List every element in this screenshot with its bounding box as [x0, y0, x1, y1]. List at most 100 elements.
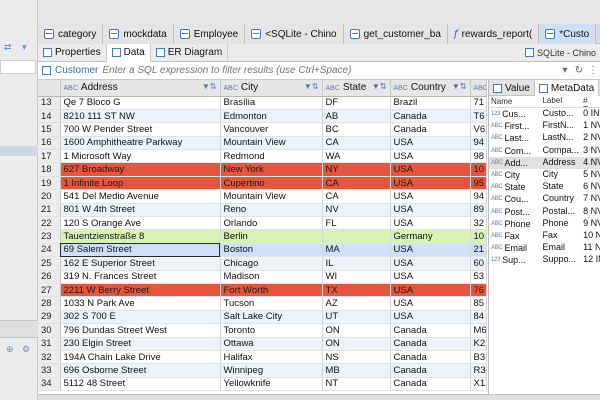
cell-country[interactable]: USA	[390, 136, 471, 151]
cell-country[interactable]: Canada	[390, 377, 471, 392]
navigator-filter-input[interactable]	[0, 60, 36, 74]
dropdown-icon[interactable]: ▾	[558, 65, 572, 76]
cell-city[interactable]: New York	[220, 162, 323, 177]
navigator-selected-item[interactable]	[0, 146, 38, 156]
column-header-city[interactable]: ABC City ▼⇅	[220, 80, 323, 97]
cell-state[interactable]: ON	[322, 337, 391, 351]
cell-state[interactable]: CA	[322, 176, 391, 191]
editor-tab[interactable]: get_customer_ba	[343, 24, 448, 44]
cell-state[interactable]: CA	[322, 136, 391, 151]
cell-state[interactable]: MA	[322, 243, 391, 258]
cell-postal[interactable]: 71	[470, 96, 487, 110]
cell-address[interactable]: 700 W Pender Street	[60, 122, 221, 137]
cell-city[interactable]: Chicago	[220, 256, 323, 271]
metadata-row[interactable]: 123Sup...Suppo...12 INT	[489, 254, 600, 266]
cell-address[interactable]: 194A Chain Lake Drive	[60, 350, 221, 365]
cell-city[interactable]: Redmond	[220, 149, 323, 164]
cell-address[interactable]: 1 Microsoft Way	[60, 149, 221, 164]
metadata-row[interactable]: ABCFaxFax10 NV	[489, 230, 600, 242]
sort-filter-icon[interactable]: ▼⇅	[304, 82, 319, 91]
cell-state[interactable]: MB	[322, 363, 391, 378]
cell-country[interactable]: USA	[390, 310, 471, 325]
cell-address[interactable]: 319 N. Frances Street	[60, 270, 221, 284]
cell-country[interactable]: USA	[390, 243, 471, 258]
cell-address[interactable]: 120 S Orange Ave	[60, 216, 221, 231]
cell-state[interactable]: FL	[322, 216, 391, 231]
table-row[interactable]: 34 5112 48 Street Yellowknife NT Canada X1	[38, 377, 487, 392]
table-row[interactable]: 32 194A Chain Lake Drive Halifax NS Canada B3	[38, 350, 487, 365]
cell-city[interactable]: Halifax	[220, 350, 323, 365]
cell-city[interactable]: Orlando	[220, 216, 323, 231]
cell-city[interactable]: Tucson	[220, 296, 323, 311]
cell-city[interactable]: Boston	[220, 243, 323, 258]
table-row[interactable]: 31 230 Elgin Street Ottawa ON Canada K2	[38, 337, 487, 351]
cell-address[interactable]: 302 S 700 E	[60, 310, 221, 325]
cell-city[interactable]: Mountain View	[220, 136, 323, 151]
sql-filter-input[interactable]	[102, 63, 558, 78]
column-header-postal[interactable]: ABCP	[470, 80, 487, 97]
cell-postal[interactable]: R3	[470, 363, 487, 378]
cell-postal[interactable]: 60	[470, 256, 487, 271]
cell-postal[interactable]: 53	[470, 270, 487, 284]
cell-address[interactable]: Qe 7 Bloco G	[60, 96, 221, 110]
table-row[interactable]: 33 696 Osborne Street Winnipeg MB Canada R3	[38, 363, 487, 378]
column-header-state[interactable]: ABC State ▼⇅	[322, 80, 391, 97]
table-row[interactable]: 30 796 Dundas Street West Toronto ON Canada M…	[38, 323, 487, 338]
column-header-country[interactable]: ABC Country ▼⇅	[390, 80, 471, 97]
cell-address[interactable]: 1600 Amphitheatre Parkway	[60, 136, 221, 151]
refresh-icon[interactable]: ↻	[572, 65, 586, 76]
cell-postal[interactable]: B3	[470, 350, 487, 365]
cell-postal[interactable]: 10	[470, 229, 487, 244]
cell-city[interactable]: Reno	[220, 203, 323, 218]
cell-postal[interactable]: V6	[470, 122, 487, 137]
cell-state[interactable]: CA	[322, 189, 391, 204]
cell-address[interactable]: 8210 111 ST NW	[60, 109, 221, 124]
table-row[interactable]: 27 2211 W Berry Street Fort Worth TX USA 76	[38, 283, 487, 298]
cell-state[interactable]: NT	[322, 377, 391, 392]
sort-filter-icon[interactable]: ▼⇅	[452, 82, 467, 91]
cell-address[interactable]: 627 Broadway	[60, 162, 221, 177]
cell-city[interactable]: Cupertino	[220, 176, 323, 191]
cell-address[interactable]: 541 Del Medio Avenue	[60, 189, 221, 204]
cell-country[interactable]: USA	[390, 216, 471, 231]
cell-country[interactable]: Canada	[390, 350, 471, 365]
metadata-row[interactable]: ABCEmailEmail11 NV	[489, 242, 600, 254]
cell-postal[interactable]: 98	[470, 149, 487, 164]
cell-city[interactable]: Yellowknife	[220, 377, 323, 392]
cell-country[interactable]: USA	[390, 189, 471, 204]
cell-address[interactable]: 796 Dundas Street West	[60, 323, 221, 338]
cell-state[interactable]	[322, 229, 391, 244]
tab-metadata[interactable]: MetaData	[534, 80, 600, 96]
settings-icon[interactable]: ⚙	[22, 344, 30, 355]
editor-tab[interactable]: *Custo	[539, 24, 597, 44]
metadata-row[interactable]: ABCFirst...FirstN...1 NV	[489, 120, 600, 132]
cell-state[interactable]: AB	[322, 109, 391, 124]
sort-filter-icon[interactable]: ▼⇅	[372, 82, 387, 91]
metadata-row[interactable]: ABCPhonePhone9 NV	[489, 218, 600, 230]
cell-address[interactable]: 69 Salem Street	[60, 243, 221, 258]
link-icon[interactable]: ⇄	[4, 42, 12, 53]
results-grid[interactable]: ABC Address ▼⇅ ABC City ▼⇅ ABC State ▼⇅ ABC Cou…	[38, 80, 488, 400]
cell-address[interactable]: 1 Infinite Loop	[60, 176, 221, 191]
cell-postal[interactable]: 76	[470, 283, 487, 298]
cell-country[interactable]: USA	[390, 256, 471, 271]
cell-country[interactable]: Brazil	[390, 96, 471, 110]
cell-city[interactable]: Mountain View	[220, 189, 323, 204]
table-row[interactable]: 19 1 Infinite Loop Cupertino CA USA 95	[38, 176, 487, 191]
cell-state[interactable]: IL	[322, 256, 391, 271]
tab-properties[interactable]: Properties	[38, 43, 107, 62]
cell-address[interactable]: 801 W 4th Street	[60, 203, 221, 218]
cell-address[interactable]: 230 Elgin Street	[60, 337, 221, 351]
cell-city[interactable]: Berlin	[220, 229, 323, 244]
cell-city[interactable]: Madison	[220, 270, 323, 284]
cell-postal[interactable]: M6	[470, 323, 487, 338]
metadata-row[interactable]: ABCPost...Postal...8 NV	[489, 206, 600, 218]
cell-state[interactable]: TX	[322, 283, 391, 298]
table-row[interactable]: 18 627 Broadway New York NY USA 10	[38, 162, 487, 177]
cell-postal[interactable]: 32	[470, 216, 487, 231]
dropdown-icon[interactable]: ▾	[22, 42, 27, 53]
cell-address[interactable]: 2211 W Berry Street	[60, 283, 221, 298]
cell-postal[interactable]: 85	[470, 296, 487, 311]
cell-city[interactable]: Vancouver	[220, 122, 323, 137]
cell-country[interactable]: Canada	[390, 323, 471, 338]
